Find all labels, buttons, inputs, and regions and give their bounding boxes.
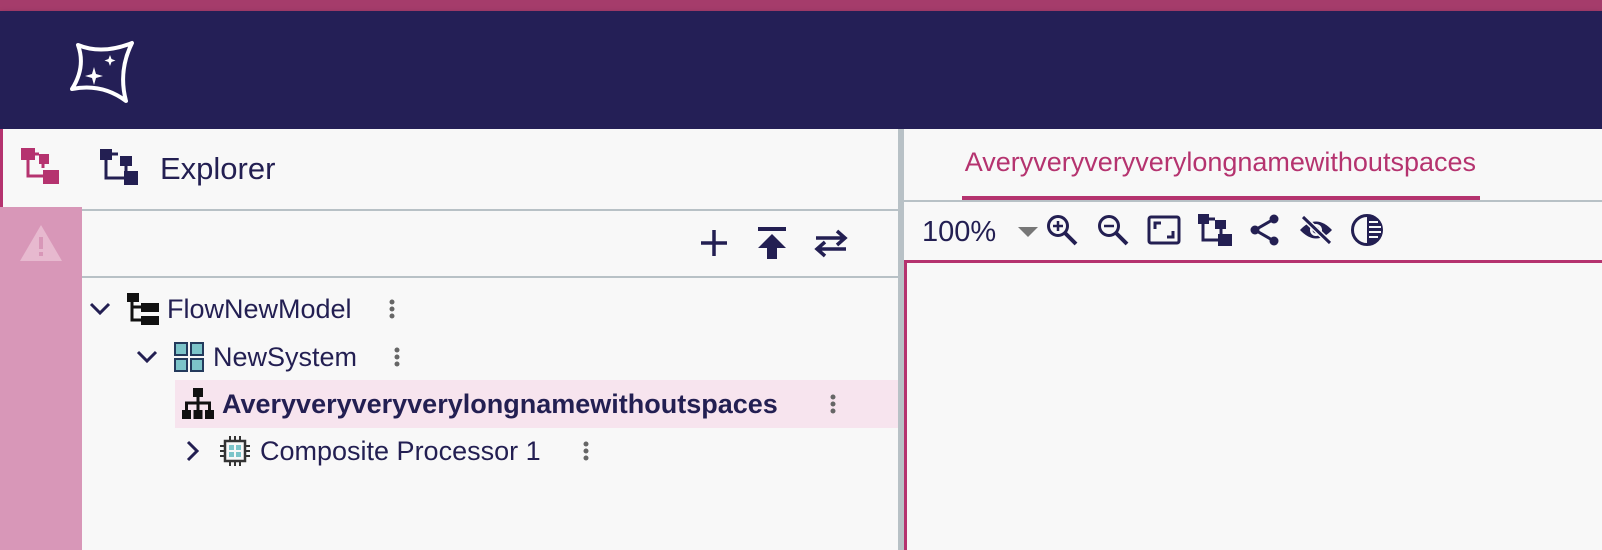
more-options-icon[interactable] [389,343,405,371]
more-options-icon[interactable] [384,295,400,323]
rail-explorer-button[interactable] [0,129,82,207]
diagram-canvas[interactable] [904,260,1602,550]
share-icon [1249,214,1281,251]
tree-item-newsystem[interactable]: NewSystem [82,333,898,381]
tree-item-flownewmodel[interactable]: FlowNewModel [82,285,898,333]
zoom-out-icon [1097,214,1129,251]
editor-tabbar: Averyveryveryverylongnamewithoutspaces [904,129,1602,202]
diagram-editor: Averyveryveryverylongnamewithoutspaces 1… [904,129,1602,550]
add-button[interactable] [694,225,734,265]
collapse-to-top-icon [756,226,788,265]
app-logo-icon[interactable] [68,37,140,107]
explorer-tree-icon [21,147,61,189]
tree-item-label: Composite Processor 1 [260,435,541,466]
system-grid-icon [172,340,206,374]
chevron-down-icon[interactable] [134,344,160,370]
more-options-icon[interactable] [825,390,841,418]
chevron-right-icon[interactable] [180,438,206,464]
zoom-select[interactable]: 100% [904,214,1039,250]
tree-item-label: Averyveryveryverylongnamewithoutspaces [222,388,778,419]
fit-to-screen-button[interactable] [1146,214,1182,250]
active-tab-indicator [962,196,1480,200]
auto-layout-button[interactable] [1197,213,1233,251]
tree-item-label: FlowNewModel [167,293,352,324]
hierarchy-icon [181,387,215,421]
editor-tab[interactable]: Averyveryveryverylongnamewithoutspaces [962,129,1480,200]
share-button[interactable] [1247,214,1283,250]
explorer-title: Explorer [160,151,276,186]
zoom-in-icon [1046,214,1078,251]
tree-item-label: NewSystem [213,341,358,372]
tree-layout-icon [1198,213,1232,251]
explorer-header: Explorer [82,129,898,211]
fit-screen-icon [1147,215,1181,250]
contrast-button[interactable] [1349,213,1385,252]
top-accent-stripe [0,0,1602,11]
chevron-down-icon[interactable] [87,296,113,322]
side-rail [0,129,82,550]
zoom-value: 100% [922,215,997,248]
chip-icon [218,434,252,468]
zoom-in-button[interactable] [1044,214,1080,250]
diagram-toolbar: 100% [904,202,1602,260]
app-header [0,11,1602,129]
rail-problems-button[interactable] [0,217,82,273]
add-icon [699,228,729,263]
zoom-out-button[interactable] [1095,214,1131,250]
explorer-header-icon [100,148,140,190]
explorer-panel: Explorer FlowNewModel NewSystem Averyver… [82,129,898,550]
more-options-icon[interactable] [578,437,594,465]
model-tree-icon [126,292,160,326]
visibility-off-icon [1298,214,1334,250]
toggle-visibility-button[interactable] [1298,214,1334,250]
sync-button[interactable] [811,225,851,265]
warning-triangle-icon [18,223,64,268]
tree-item-composite-processor[interactable]: Composite Processor 1 [82,427,898,475]
swap-arrows-icon [812,227,850,264]
editor-tab-label: Averyveryveryverylongnamewithoutspaces [964,147,1476,177]
contrast-icon [1350,213,1384,252]
tree-item-averyverylong[interactable]: Averyveryveryverylongnamewithoutspaces [175,380,898,428]
caret-down-icon [1018,227,1039,237]
explorer-toolbar [82,211,898,278]
collapse-all-button[interactable] [752,225,792,265]
